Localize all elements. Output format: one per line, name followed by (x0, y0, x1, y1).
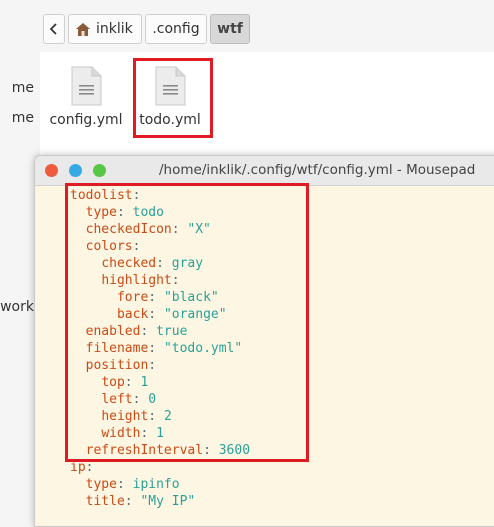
breadcrumb-config[interactable]: .config (145, 14, 207, 44)
minimize-window-button[interactable] (69, 164, 82, 177)
file-item-config[interactable]: config.yml (46, 66, 126, 128)
chevron-left-icon (50, 23, 57, 35)
breadcrumb-wtf[interactable]: wtf (210, 14, 250, 44)
highlight-box-todolist-block (65, 183, 309, 462)
maximize-window-button[interactable] (93, 164, 106, 177)
back-button[interactable] (43, 14, 65, 44)
file-name: config.yml (49, 112, 123, 128)
breadcrumb-home-label: inklik (96, 21, 133, 37)
code-line: type: ipinfo (70, 476, 250, 493)
breadcrumb-wtf-label: wtf (217, 21, 243, 37)
code-line: title: "My IP" (70, 493, 250, 510)
close-window-button[interactable] (45, 164, 58, 177)
sidebar-item-fragment[interactable]: me (12, 110, 34, 126)
yaml-value: "My IP" (140, 494, 196, 509)
home-icon (76, 22, 90, 36)
path-bar: inklik .config wtf (40, 0, 494, 52)
yaml-key: type (85, 477, 117, 492)
yaml-colon: : (124, 494, 133, 509)
yaml-colon: : (116, 477, 125, 492)
window-title: /home/inklik/.config/wtf/config.yml - Mo… (159, 162, 476, 178)
sidebar-item-fragment[interactable]: work (0, 299, 34, 315)
yaml-value: ipinfo (132, 477, 180, 492)
yaml-key: ip (70, 460, 86, 475)
text-file-icon (70, 66, 102, 106)
highlight-box-todo-file (133, 58, 213, 138)
window-titlebar[interactable]: /home/inklik/.config/wtf/config.yml - Mo… (35, 156, 494, 186)
sidebar-item-fragment[interactable]: me (12, 80, 34, 96)
breadcrumb-home[interactable]: inklik (68, 14, 142, 44)
yaml-key: title (85, 494, 125, 509)
breadcrumb-config-label: .config (152, 21, 200, 37)
yaml-colon: : (85, 460, 94, 475)
